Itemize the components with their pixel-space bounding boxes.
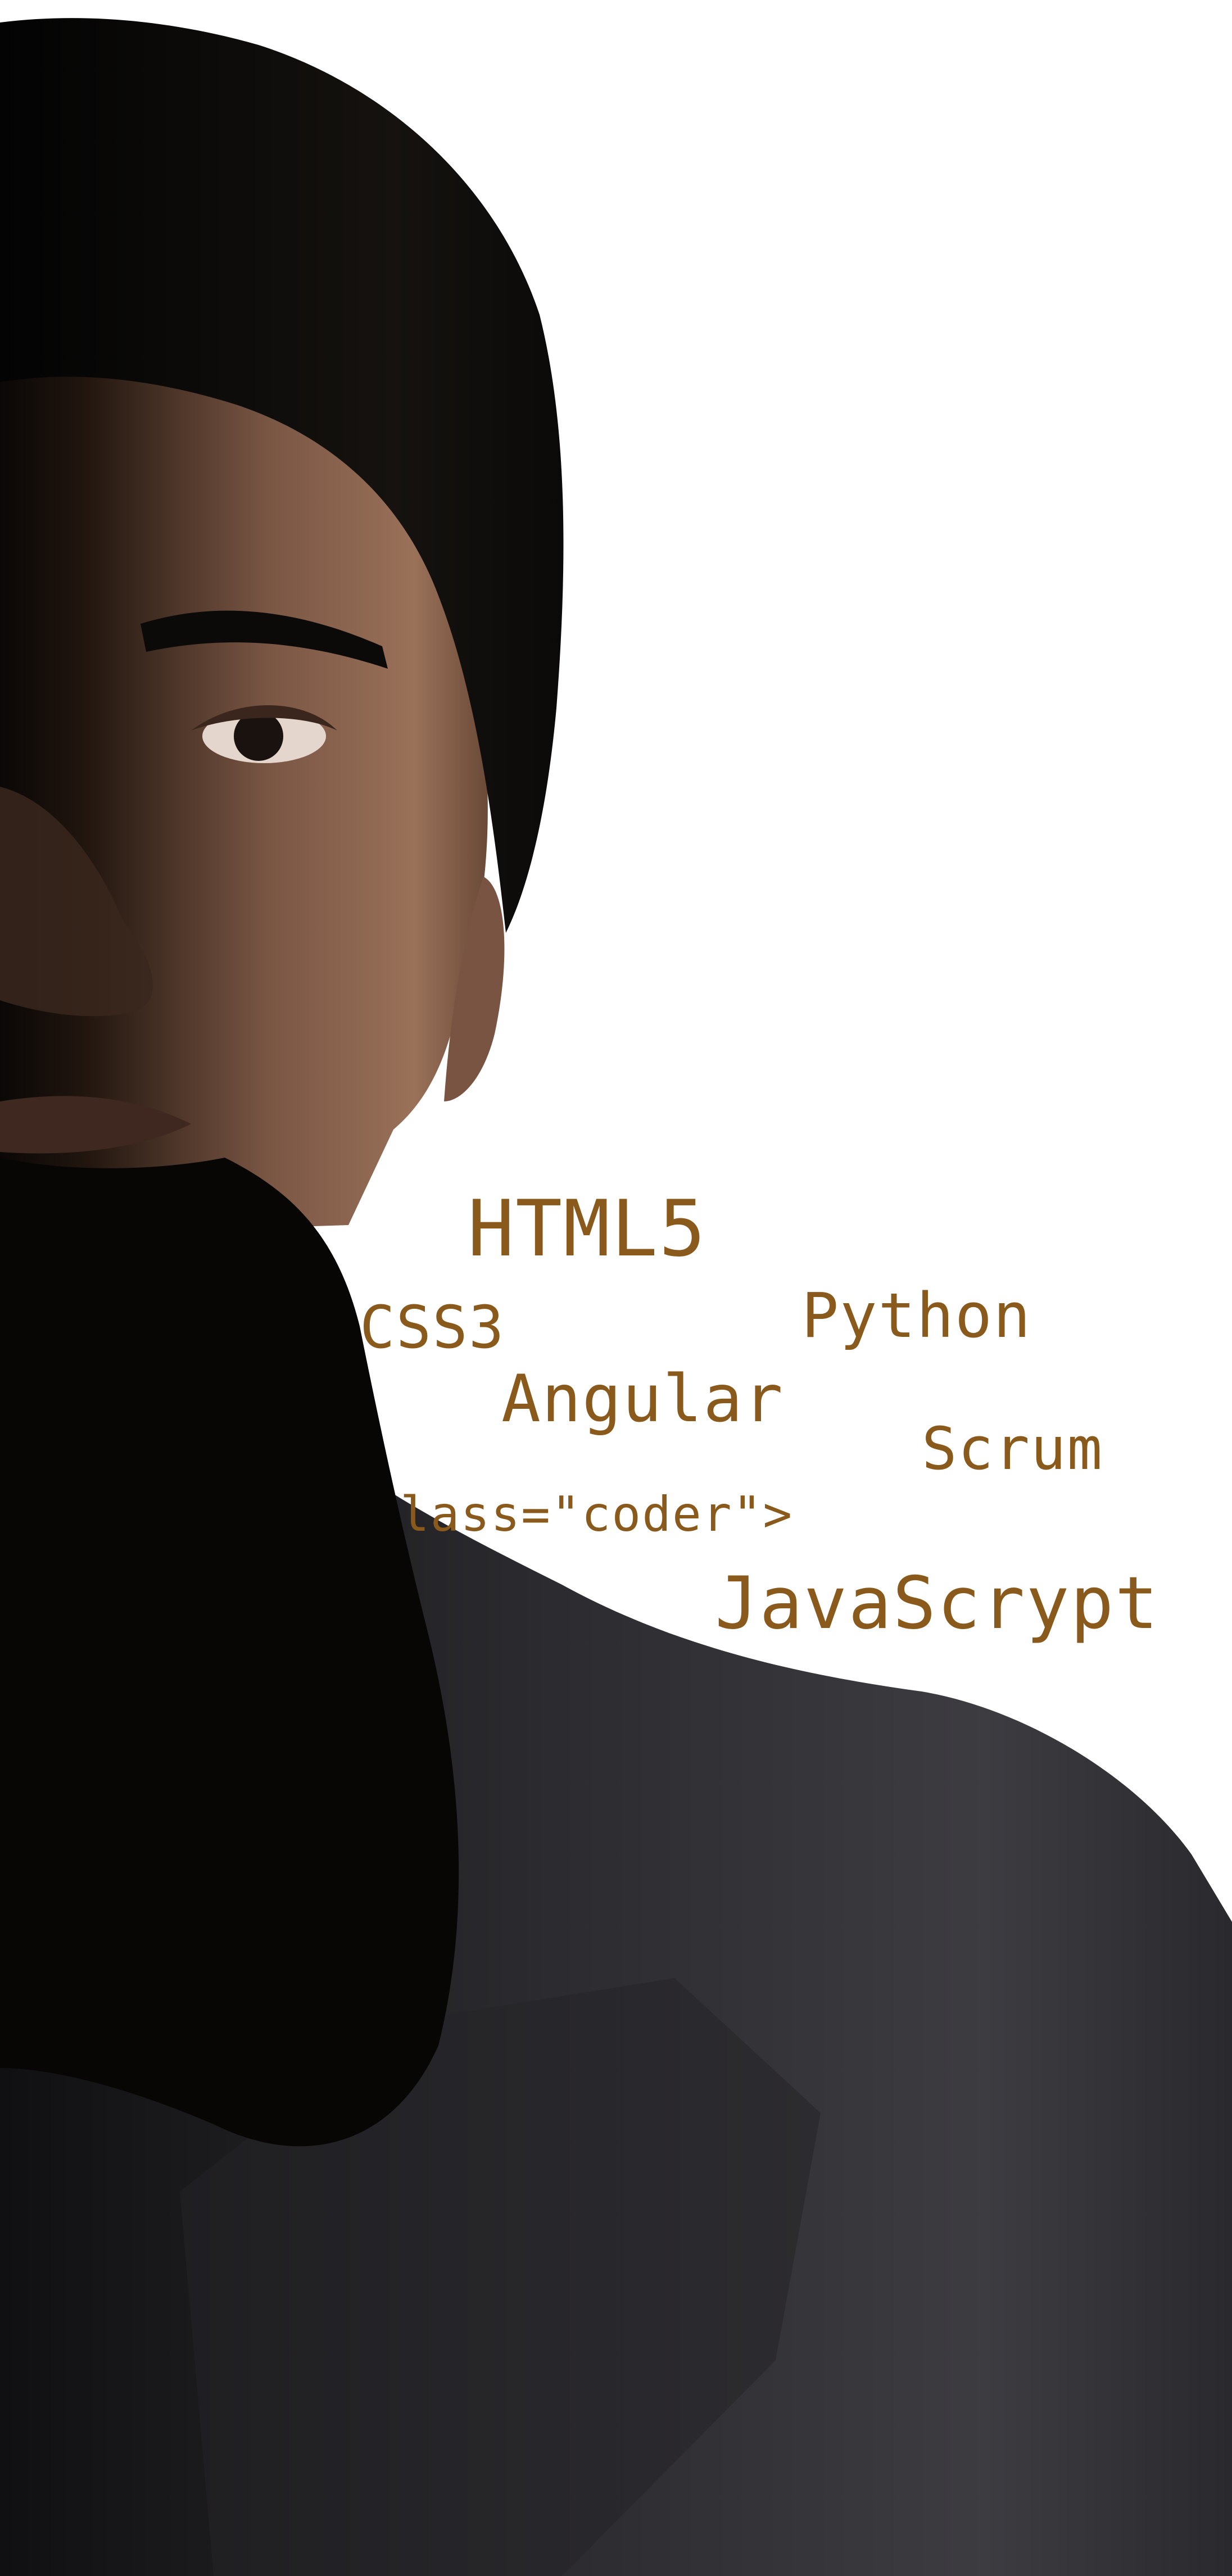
keyword-javascript: JavaScrypt — [715, 1562, 1159, 1645]
keyword-css3: CSS3 — [360, 1293, 505, 1362]
portrait-photo — [0, 18, 1232, 2576]
keyword-html5: HTML5 — [468, 1183, 707, 1274]
keyword-scrum: Scrum — [922, 1414, 1104, 1483]
portrait-canvas: HTML5 CSS3 Python Angular Scrum lass="co… — [0, 0, 1232, 2576]
keyword-angular: Angular — [501, 1361, 784, 1437]
keyword-coder-attribute: lass="coder"> — [400, 1486, 794, 1543]
keyword-python: Python — [801, 1280, 1032, 1352]
